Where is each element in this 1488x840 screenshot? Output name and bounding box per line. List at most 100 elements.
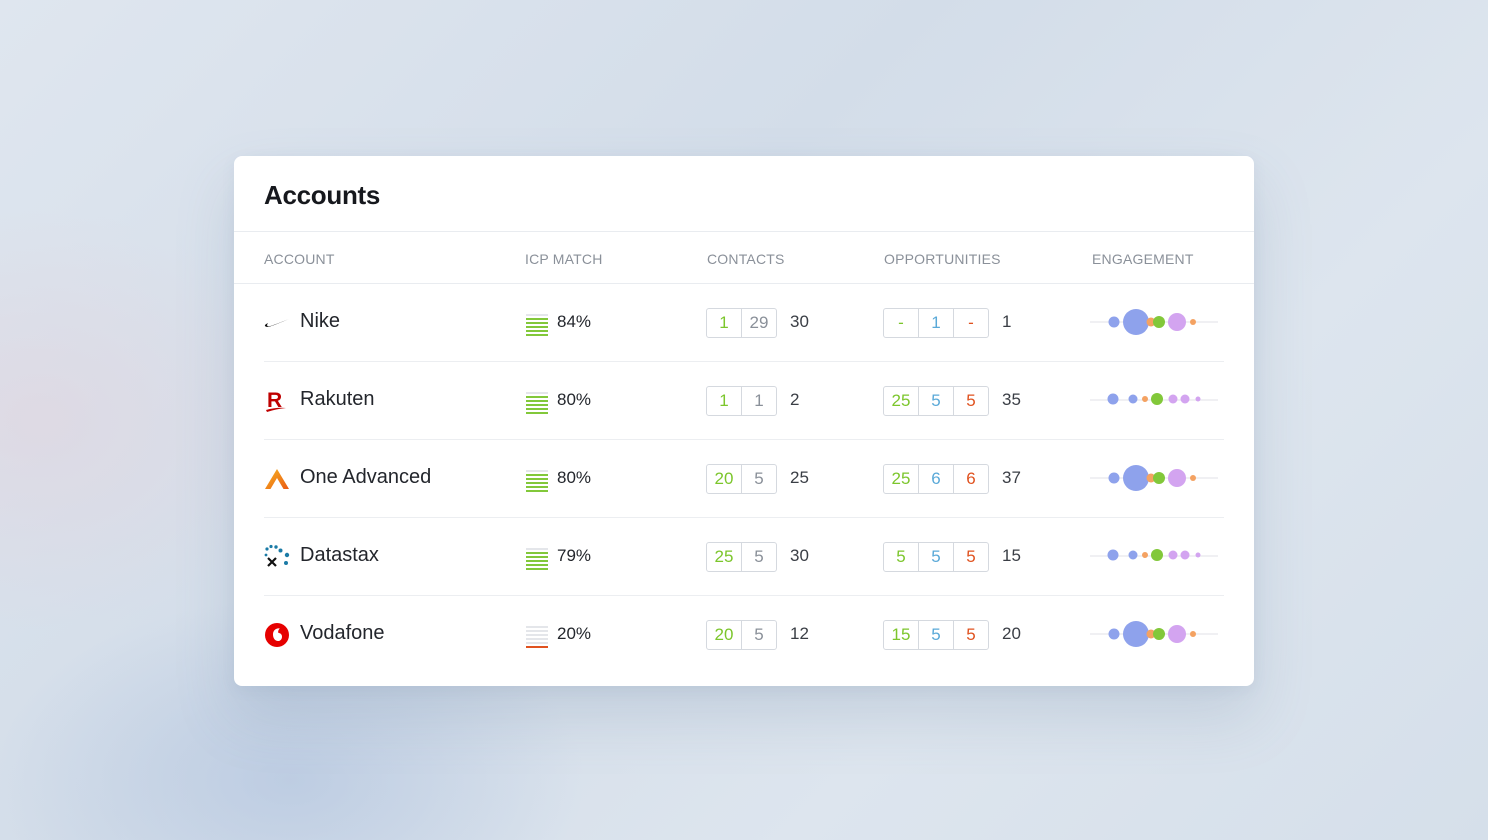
icp-match-bars-icon [526, 314, 548, 336]
opportunities-breakdown[interactable]: 25 6 6 [883, 464, 989, 494]
opportunity-count-segment: 6 [966, 469, 976, 488]
engagement-dot [1151, 393, 1163, 405]
opportunity-count-segment: 15 [884, 621, 919, 649]
contacts-count-segment: 1 [707, 309, 742, 337]
contacts-breakdown[interactable]: 20 5 [706, 464, 777, 494]
contacts-breakdown[interactable]: 20 5 [706, 620, 777, 650]
engagement-timeline[interactable] [1090, 380, 1220, 420]
icp-match-bars-icon [526, 470, 548, 492]
engagement-dot [1108, 316, 1120, 328]
engagement-dot [1195, 552, 1201, 558]
opportunity-count-segment: 25 [884, 465, 919, 493]
table-row[interactable]: R Rakuten 80% 1 1 2 25 5 5 35 [264, 362, 1224, 440]
opportunity-count-segment: 1 [919, 309, 954, 337]
contacts-count-segment: 1 [707, 387, 742, 415]
engagement-dot [1123, 621, 1149, 647]
opportunities-total: 15 [1002, 546, 1021, 565]
one-advanced-icon [264, 466, 290, 492]
contacts-total: 12 [790, 624, 809, 643]
column-header-contacts[interactable]: CONTACTS [707, 251, 785, 267]
opportunity-count-segment: 5 [966, 391, 976, 410]
contacts-count-segment: 25 [707, 543, 742, 571]
icp-match-value: 79% [557, 546, 592, 565]
opportunity-count-segment: 5 [919, 543, 954, 571]
icp-match-value: 20% [557, 624, 592, 643]
engagement-dot [1168, 469, 1186, 487]
account-name[interactable]: Nike [300, 310, 340, 333]
opportunity-count-segment: 25 [884, 387, 919, 415]
engagement-dot [1180, 550, 1190, 560]
column-header-opportunities[interactable]: OPPORTUNITIES [884, 251, 1001, 267]
account-name[interactable]: Rakuten [300, 388, 375, 411]
accounts-card: Accounts ACCOUNT ICP MATCH CONTACTS OPPO… [234, 156, 1254, 686]
table-row[interactable]: Vodafone 20% 20 5 12 15 5 5 20 [264, 596, 1224, 674]
account-name[interactable]: One Advanced [300, 466, 431, 489]
contacts-total: 30 [790, 546, 809, 565]
engagement-dot [1123, 309, 1149, 335]
engagement-dot [1107, 549, 1119, 561]
engagement-dot [1107, 393, 1119, 405]
contacts-count-segment: 29 [749, 313, 769, 332]
engagement-dot [1168, 313, 1186, 331]
icp-match-value: 80% [557, 390, 592, 409]
opportunity-count-segment: 5 [919, 621, 954, 649]
engagement-dot [1190, 631, 1196, 637]
opportunities-total: 37 [1002, 468, 1021, 487]
engagement-dot [1190, 319, 1196, 325]
opportunities-breakdown[interactable]: 15 5 5 [883, 620, 989, 650]
engagement-dot [1142, 396, 1148, 402]
column-header-engagement[interactable]: ENGAGEMENT [1092, 251, 1194, 267]
column-header-account[interactable]: ACCOUNT [264, 251, 335, 267]
opportunity-count-segment: - [968, 313, 974, 332]
engagement-dot [1195, 396, 1201, 402]
engagement-timeline[interactable] [1090, 302, 1220, 342]
table-row[interactable]: One Advanced 80% 20 5 25 25 6 6 37 [264, 440, 1224, 518]
icp-match-value: 84% [557, 312, 592, 331]
engagement-dot [1123, 465, 1149, 491]
opportunities-total: 20 [1002, 624, 1021, 643]
engagement-dot [1190, 475, 1196, 481]
nike-swoosh-icon [264, 310, 290, 336]
column-header-icp-match[interactable]: ICP MATCH [525, 251, 603, 267]
opportunity-count-segment: 5 [919, 387, 954, 415]
engagement-dot [1128, 550, 1138, 560]
engagement-dot [1153, 628, 1165, 640]
rakuten-r-icon: R [264, 388, 290, 414]
engagement-timeline[interactable] [1090, 614, 1220, 654]
engagement-dot [1153, 472, 1165, 484]
account-name[interactable]: Vodafone [300, 622, 385, 645]
table-row[interactable]: Datastax 79% 25 5 30 5 5 5 15 [264, 518, 1224, 596]
opportunity-count-segment: 5 [884, 543, 919, 571]
engagement-dot [1153, 316, 1165, 328]
contacts-breakdown[interactable]: 11 [706, 386, 777, 416]
header-divider [234, 231, 1254, 232]
engagement-dot [1142, 552, 1148, 558]
opportunities-breakdown[interactable]: 555 [883, 542, 989, 572]
account-name[interactable]: Datastax [300, 544, 379, 567]
contacts-count-segment: 20 [707, 621, 742, 649]
contacts-total: 30 [790, 312, 809, 331]
contacts-breakdown[interactable]: 1 29 [706, 308, 777, 338]
table-row[interactable]: Nike 84% 1 29 30-1-1 [264, 284, 1224, 362]
icp-match-bars-icon [526, 626, 548, 648]
page-title: Accounts [264, 180, 381, 210]
opportunities-total: 1 [1002, 312, 1012, 331]
engagement-dot [1151, 549, 1163, 561]
datastax-icon [264, 544, 290, 570]
engagement-timeline[interactable] [1090, 458, 1220, 498]
engagement-dot [1108, 628, 1120, 640]
contacts-count-segment: 20 [707, 465, 742, 493]
contacts-breakdown[interactable]: 25 5 [706, 542, 777, 572]
contacts-count-segment: 5 [754, 625, 764, 644]
engagement-timeline[interactable] [1090, 536, 1220, 576]
opportunity-count-segment: 5 [966, 547, 976, 566]
contacts-count-segment: 5 [754, 547, 764, 566]
opportunities-breakdown[interactable]: -1- [883, 308, 989, 338]
engagement-dot [1128, 394, 1138, 404]
contacts-count-segment: 1 [754, 391, 764, 410]
engagement-dot [1168, 625, 1186, 643]
opportunities-breakdown[interactable]: 25 5 5 [883, 386, 989, 416]
icp-match-bars-icon [526, 392, 548, 414]
opportunity-count-segment: 6 [919, 465, 954, 493]
contacts-total: 25 [790, 468, 809, 487]
